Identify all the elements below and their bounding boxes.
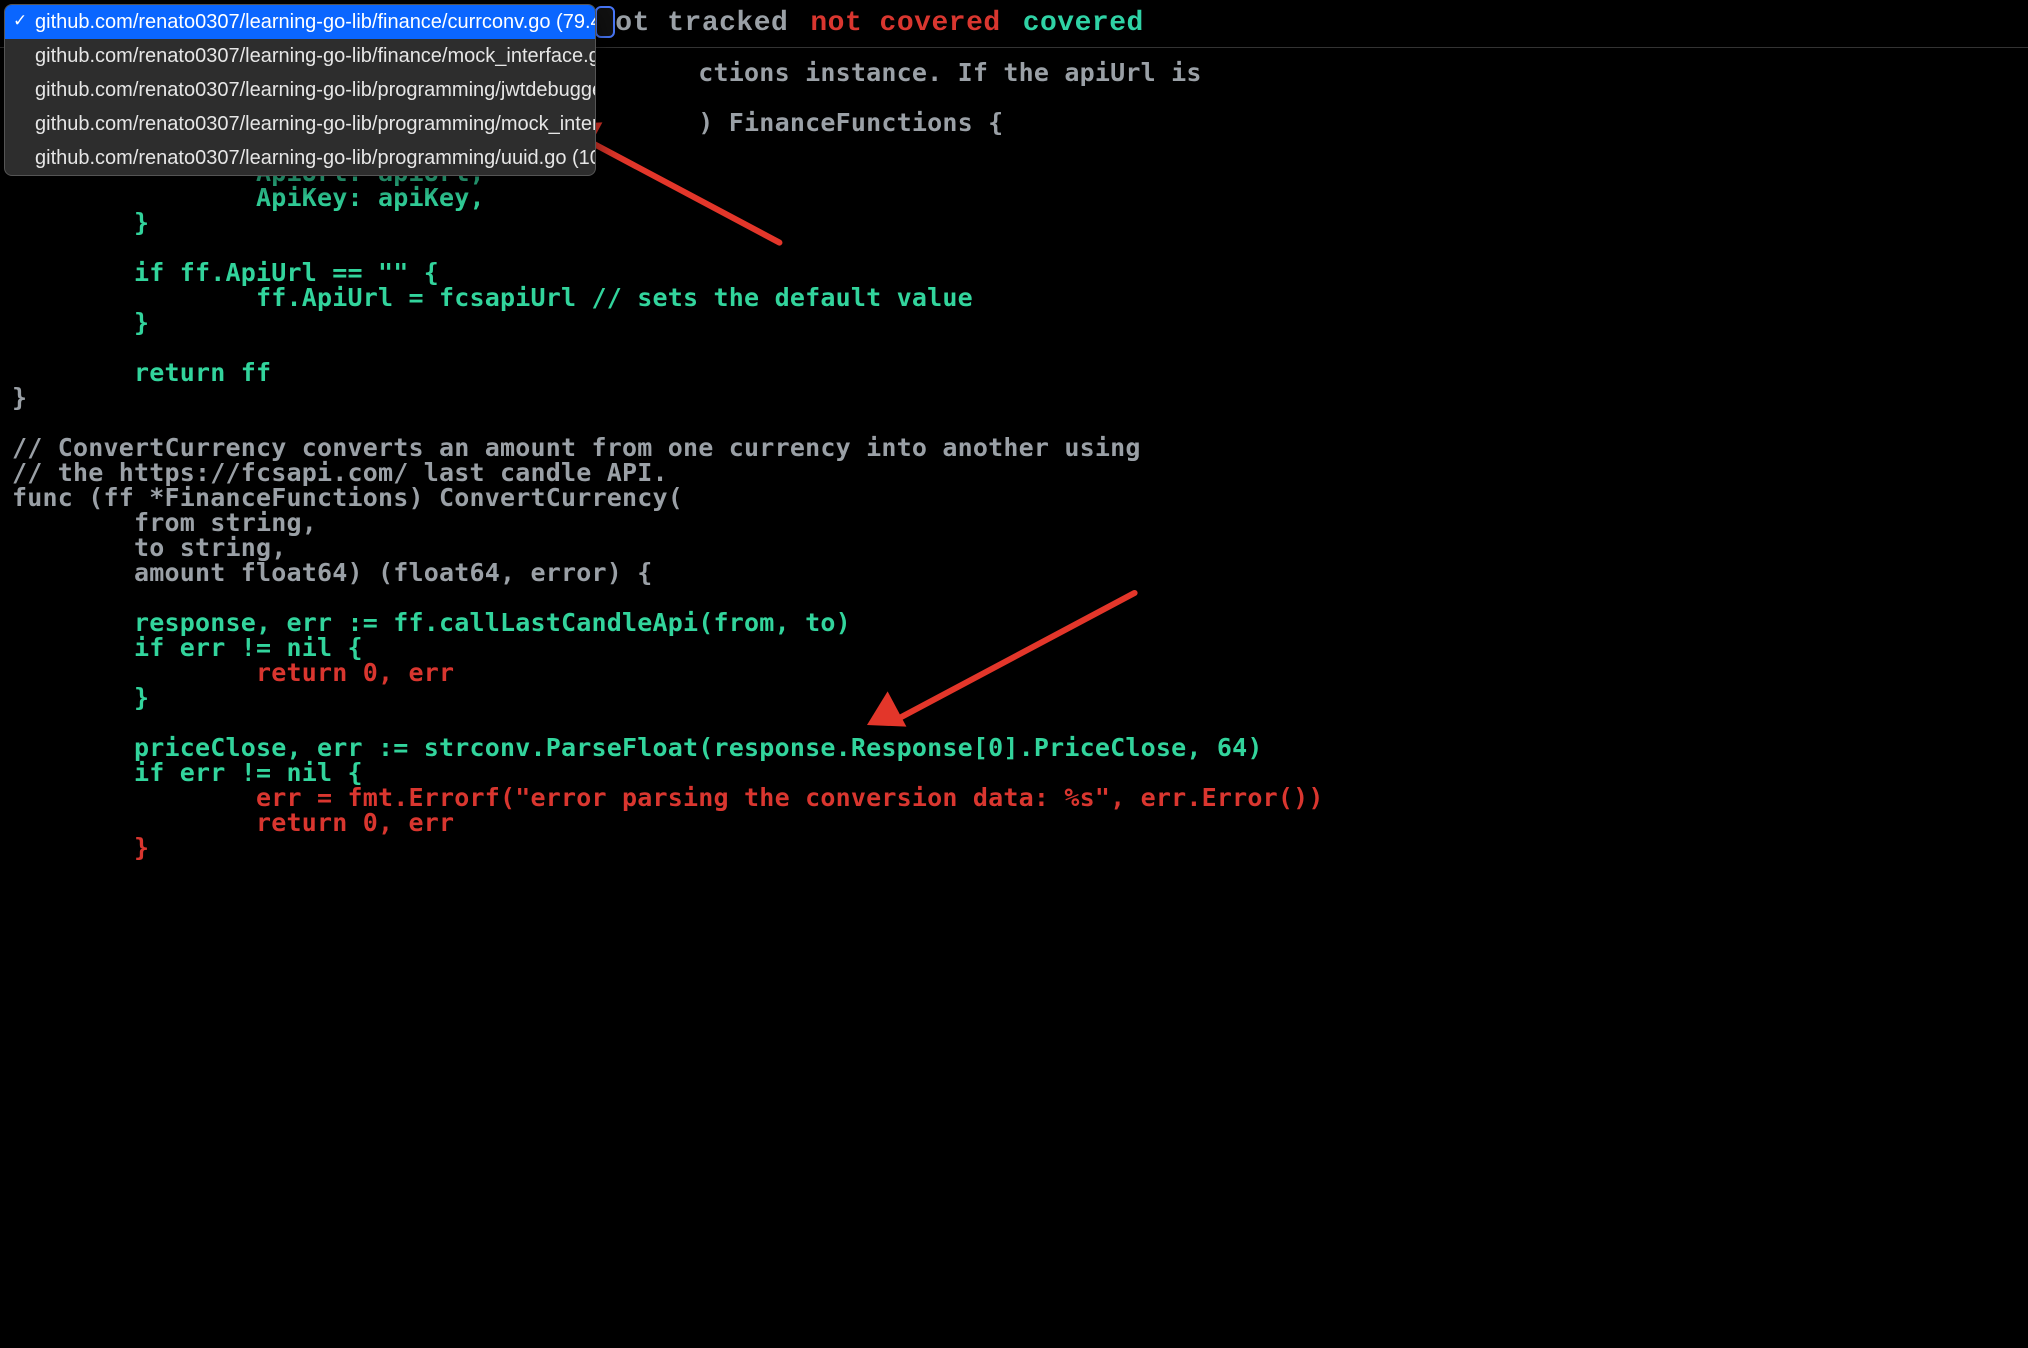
file-select-dropdown[interactable]: ✓ github.com/renato0307/learning-go-lib/f… <box>4 4 596 176</box>
file-select-dropdown-edge[interactable] <box>595 6 615 38</box>
dropdown-item-3[interactable]: github.com/renato0307/learning-go-lib/pr… <box>5 107 595 141</box>
code-line: } <box>12 308 149 337</box>
dropdown-item-1[interactable]: github.com/renato0307/learning-go-lib/fi… <box>5 39 595 73</box>
check-icon: ✓ <box>13 10 27 32</box>
dropdown-item-label: github.com/renato0307/learning-go-lib/pr… <box>35 113 596 135</box>
dropdown-item-label: github.com/renato0307/learning-go-lib/fi… <box>35 45 596 67</box>
dropdown-item-2[interactable]: github.com/renato0307/learning-go-lib/pr… <box>5 73 595 107</box>
code-line: } <box>12 383 27 412</box>
legend-not-covered: not covered <box>810 8 1000 39</box>
legend-covered: covered <box>1023 8 1144 39</box>
code-line: } <box>12 683 149 712</box>
code-line: } <box>12 208 149 237</box>
dropdown-item-0[interactable]: ✓ github.com/renato0307/learning-go-lib/f… <box>5 5 595 39</box>
dropdown-item-label: github.com/renato0307/learning-go-lib/pr… <box>35 147 596 169</box>
code-line: ff.ApiUrl = fcsapiUrl // sets the defaul… <box>12 283 973 312</box>
dropdown-item-4[interactable]: github.com/renato0307/learning-go-lib/pr… <box>5 141 595 175</box>
code-line: } <box>12 833 149 862</box>
coverage-source-view: ctions instance. If the apiUrl is ) Fina… <box>12 60 2016 860</box>
dropdown-item-label: github.com/renato0307/learning-go-lib/pr… <box>35 79 596 101</box>
code-line: return ff <box>12 358 271 387</box>
dropdown-item-label: github.com/renato0307/learning-go-lib/fi… <box>35 11 596 33</box>
code-line: amount float64) (float64, error) { <box>12 558 653 587</box>
legend-not-tracked: not tracked <box>598 8 788 39</box>
